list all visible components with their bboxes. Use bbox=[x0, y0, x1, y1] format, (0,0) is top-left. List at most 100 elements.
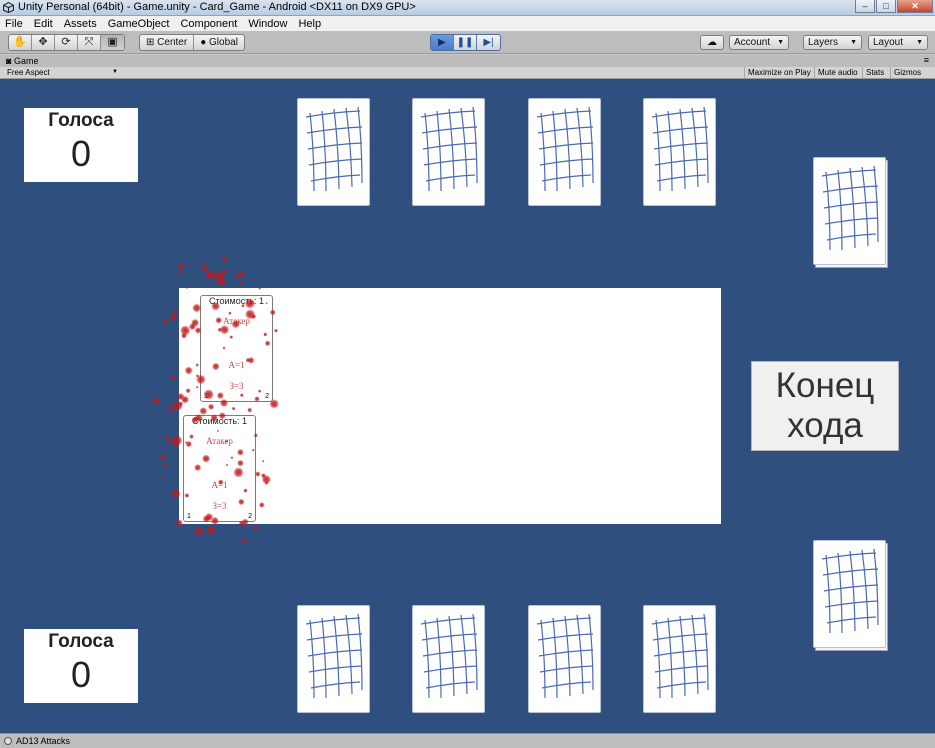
opponent-card-back[interactable] bbox=[412, 98, 485, 206]
status-message[interactable]: AD13 Attacks bbox=[16, 736, 70, 746]
votes-label: Голоса bbox=[48, 631, 114, 652]
panel-menu-icon[interactable]: ≡ bbox=[924, 55, 929, 65]
move-tool-button[interactable]: ✥ bbox=[32, 35, 55, 50]
close-button[interactable]: ✕ bbox=[897, 0, 933, 13]
window-controls: – □ ✕ bbox=[854, 0, 933, 14]
globe-icon: ● bbox=[200, 37, 207, 48]
opponent-card-back[interactable] bbox=[643, 98, 716, 206]
blood-particle bbox=[164, 436, 171, 443]
card-back-pattern-icon bbox=[821, 548, 879, 634]
main-toolbar: ✋ ✥ ⟳ ⤧ ▣ ⊞ Center ● Global ▶ ❚❚ ▶| ☁ Ac… bbox=[0, 31, 935, 54]
card-left-stat: 1 bbox=[204, 393, 208, 400]
move-icon: ✥ bbox=[38, 36, 48, 48]
menu-edit[interactable]: Edit bbox=[34, 18, 53, 30]
blood-particle bbox=[205, 269, 216, 280]
opponent-votes-panel: Голоса 0 bbox=[24, 108, 138, 182]
hand-tool-button[interactable]: ✋ bbox=[9, 35, 32, 50]
blood-particle bbox=[163, 319, 169, 325]
game-tab-label: Game bbox=[13, 56, 39, 66]
scale-tool-button[interactable]: ⤧ bbox=[78, 35, 101, 50]
rect-tool-icon: ▣ bbox=[107, 36, 118, 48]
unity-editor-window: Unity Personal (64bit) - Game.unity - Ca… bbox=[0, 0, 935, 748]
pivot-mode-toggle[interactable]: ⊞ Center bbox=[140, 35, 195, 50]
player-card-back[interactable] bbox=[528, 605, 601, 713]
game-view: Голоса 0 Стоимость: 1 Атакер А=1 З=3 1 2… bbox=[0, 79, 935, 733]
menu-bar: File Edit Assets GameObject Component Wi… bbox=[0, 16, 935, 31]
card-back-pattern-icon bbox=[420, 106, 478, 192]
card-defense: З=3 bbox=[212, 501, 227, 511]
field-card[interactable]: Стоимость: 1 Атакер А=1 З=3 1 2 bbox=[200, 295, 273, 402]
field-card[interactable]: Стоимость: 1 Атакер А=1 З=3 1 2 bbox=[183, 415, 256, 522]
info-icon bbox=[4, 737, 12, 745]
menu-gameobject[interactable]: GameObject bbox=[108, 18, 170, 30]
blood-particle bbox=[194, 526, 204, 537]
blood-particle bbox=[177, 262, 185, 270]
card-cost: Стоимость: 1 bbox=[208, 296, 265, 306]
mute-audio-toggle[interactable]: Mute audio bbox=[814, 67, 861, 78]
maximize-on-play-toggle[interactable]: Maximize on Play bbox=[744, 67, 814, 78]
card-back-pattern-icon bbox=[651, 106, 709, 192]
card-back-pattern-icon bbox=[651, 613, 709, 699]
votes-value: 0 bbox=[70, 654, 92, 695]
cloud-button[interactable]: ☁ bbox=[700, 35, 724, 50]
menu-file[interactable]: File bbox=[5, 18, 23, 30]
play-button[interactable]: ▶ bbox=[431, 35, 454, 50]
card-cost: Стоимость: 1 bbox=[191, 416, 248, 426]
minimize-button[interactable]: – bbox=[855, 0, 875, 13]
card-back-pattern-icon bbox=[305, 106, 363, 192]
card-name: Атакер bbox=[223, 316, 250, 326]
layout-label: Layout bbox=[873, 37, 904, 48]
window-title: Unity Personal (64bit) - Game.unity - Ca… bbox=[18, 1, 416, 13]
game-view-tabbar: ◙ Game ≡ bbox=[0, 55, 935, 67]
player-votes-panel: Голоса 0 bbox=[24, 629, 138, 703]
pivot-space-toggle[interactable]: ● Global bbox=[194, 35, 244, 50]
blood-particle bbox=[222, 268, 227, 274]
step-button[interactable]: ▶| bbox=[477, 35, 500, 50]
aspect-dropdown[interactable]: Free Aspect ▼ bbox=[4, 67, 120, 78]
layout-dropdown[interactable]: Layout ▼ bbox=[868, 35, 928, 50]
play-icon: ▶ bbox=[438, 37, 446, 48]
blood-particle bbox=[168, 404, 175, 411]
blood-particle bbox=[238, 271, 245, 278]
chevron-down-icon: ▼ bbox=[850, 39, 857, 46]
blood-particle bbox=[179, 271, 183, 276]
card-attack: А=1 bbox=[211, 480, 228, 490]
rotate-tool-button[interactable]: ⟳ bbox=[55, 35, 78, 50]
player-deck[interactable] bbox=[813, 540, 886, 648]
opponent-deck[interactable] bbox=[813, 157, 886, 265]
menu-assets[interactable]: Assets bbox=[64, 18, 97, 30]
stats-toggle[interactable]: Stats bbox=[862, 67, 887, 78]
game-view-options-bar: Free Aspect ▼ Maximize on Play Mute audio… bbox=[0, 67, 935, 79]
pivot-label: Center bbox=[157, 37, 188, 48]
maximize-button[interactable]: □ bbox=[876, 0, 896, 13]
step-icon: ▶| bbox=[483, 37, 494, 48]
gizmos-dropdown[interactable]: Gizmos bbox=[890, 67, 924, 78]
blood-particle bbox=[163, 462, 168, 467]
player-card-back[interactable] bbox=[643, 605, 716, 713]
player-card-back[interactable] bbox=[297, 605, 370, 713]
account-dropdown[interactable]: Account ▼ bbox=[729, 35, 789, 50]
blood-particle bbox=[200, 263, 209, 272]
blood-particle bbox=[152, 397, 160, 405]
transform-tools: ✋ ✥ ⟳ ⤧ ▣ bbox=[8, 34, 125, 51]
cloud-icon: ☁ bbox=[707, 37, 717, 48]
rect-tool-button[interactable]: ▣ bbox=[101, 35, 124, 50]
tab-game[interactable]: ◙ Game bbox=[6, 55, 38, 67]
player-card-back[interactable] bbox=[412, 605, 485, 713]
hand-icon: ✋ bbox=[13, 36, 27, 48]
opponent-card-back[interactable] bbox=[297, 98, 370, 206]
opponent-card-back[interactable] bbox=[528, 98, 601, 206]
blood-particle bbox=[252, 524, 259, 530]
chevron-down-icon: ▼ bbox=[777, 39, 784, 46]
card-defense: З=3 bbox=[229, 381, 244, 391]
layers-dropdown[interactable]: Layers ▼ bbox=[803, 35, 862, 50]
layers-label: Layers bbox=[808, 37, 839, 48]
end-turn-button[interactable]: Конец хода bbox=[751, 361, 899, 451]
space-label: Global bbox=[209, 37, 238, 48]
blood-particle bbox=[217, 277, 227, 287]
menu-component[interactable]: Component bbox=[180, 18, 237, 30]
menu-window[interactable]: Window bbox=[248, 18, 287, 30]
menu-help[interactable]: Help bbox=[298, 18, 321, 30]
pause-button[interactable]: ❚❚ bbox=[454, 35, 477, 50]
card-back-pattern-icon bbox=[420, 613, 478, 699]
